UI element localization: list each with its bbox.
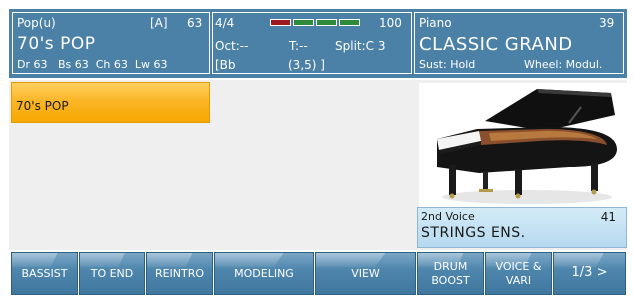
view-button[interactable]: VIEW [315,252,416,295]
track-levels: Dr 63 Bs 63 Ch 63 Lw 63 [17,58,168,71]
reintro-button[interactable]: REINTRO [146,252,213,295]
beat-segment [293,19,314,26]
sustain-mode: Sust: Hold [419,58,476,71]
style-button-label: 70's POP [16,99,69,113]
time-signature: 4/4 [215,16,235,30]
style-variation: [A] [150,16,168,30]
second-voice-number: 41 [600,210,616,224]
second-voice-name: STRINGS ENS. [421,225,526,241]
voice-number: 39 [599,16,615,30]
transpose-value: T:-- [289,39,308,53]
bassist-button[interactable]: BASSIST [11,252,78,295]
second-voice-label: 2nd Voice [421,210,475,223]
tempo-beat-indicator [270,19,360,26]
beat-segment [339,19,360,26]
voice-info-panel[interactable]: Piano 39 CLASSIC GRAND Sust: Hold Wheel:… [414,12,624,74]
chord-position: (3,5) ] [288,58,325,72]
main-area: 70's POP 2nd Voice 41 STRINGS ENS. [9,80,627,250]
soft-button-row: BASSIST TO END REINTRO MODELING VIEW DRU… [9,252,627,296]
to-end-button[interactable]: TO END [79,252,145,295]
chord-name: [Bb [215,58,236,72]
style-number: 63 [187,16,203,30]
header-bar: Pop(u) [A] 63 70's POP Dr 63 Bs 63 Ch 63… [9,9,627,78]
page-next-button[interactable]: 1/3 > [553,252,626,295]
second-voice-panel[interactable]: 2nd Voice 41 STRINGS ENS. [417,207,627,248]
split-value: Split:C 3 [335,39,386,53]
wheel-mode: Wheel: Modul. [524,58,603,71]
beat-segment [316,19,337,26]
grand-piano-icon [437,89,617,204]
voice-name: CLASSIC GRAND [419,34,573,55]
arranger-screen: Pop(u) [A] 63 70's POP Dr 63 Bs 63 Ch 63… [0,0,634,298]
drum-boost-button[interactable]: DRUM BOOST [417,252,484,295]
grand-piano-image [419,83,627,209]
beat-segment [270,19,291,26]
voice-bank: Piano [419,16,452,30]
tempo-chord-panel[interactable]: 4/4 100 Oct:-- T:-- Split:C 3 [Bb (3,5) … [212,12,412,74]
tempo-value: 100 [379,16,402,30]
style-button[interactable]: 70's POP [11,82,210,123]
voice-vari-button[interactable]: VOICE & VARI [485,252,552,295]
style-info-panel[interactable]: Pop(u) [A] 63 70's POP Dr 63 Bs 63 Ch 63… [12,12,210,74]
style-bank: Pop(u) [17,16,56,30]
style-name: 70's POP [17,34,96,54]
modeling-button[interactable]: MODELING [214,252,314,295]
octave-value: Oct:-- [215,39,249,53]
